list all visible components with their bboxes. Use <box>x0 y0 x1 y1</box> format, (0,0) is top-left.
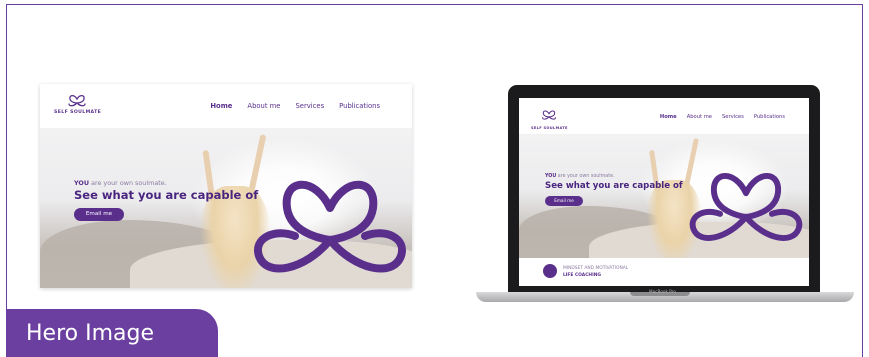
coaching-logo-icon <box>543 264 557 278</box>
site-logo[interactable]: SELF SOULMATE <box>54 92 102 115</box>
heart-infinity-logo-icon <box>542 110 556 120</box>
site-header: SELF SOULMATE Home About me Services Pub… <box>40 84 412 128</box>
laptop-footer-strip: MINDSET AND MOTIVATIONAL LIFE COACHING <box>519 258 809 286</box>
nav-about-me[interactable]: About me <box>247 102 280 110</box>
hero-title: See what you are capable of <box>545 181 683 191</box>
nav-services[interactable]: Services <box>295 102 324 110</box>
nav-about-me[interactable]: About me <box>687 114 712 120</box>
laptop-screen: SELF SOULMATE Home About me Services Pub… <box>519 98 809 286</box>
email-me-button[interactable]: Email me <box>545 196 583 206</box>
desktop-site-mockup: SELF SOULMATE Home About me Services Pub… <box>40 84 412 288</box>
nav-services[interactable]: Services <box>722 114 744 120</box>
nav-home[interactable]: Home <box>660 114 677 120</box>
heart-infinity-logo-icon <box>254 180 406 273</box>
laptop-main-nav: Home About me Services Publications <box>660 114 785 120</box>
heart-infinity-logo-icon <box>689 173 803 241</box>
hero-subtitle: YOU are your own soulmate. <box>545 174 615 179</box>
laptop-site-logo[interactable]: SELF SOULMATE <box>531 106 567 130</box>
section-tag-label: Hero Image <box>26 321 154 346</box>
email-me-button[interactable]: Email me <box>74 208 124 221</box>
nav-publications[interactable]: Publications <box>339 102 380 110</box>
heart-infinity-logo-icon <box>68 94 86 107</box>
device-label: MacBook Pro <box>649 289 676 294</box>
laptop-hero-banner: YOU are your own soulmate. See what you … <box>519 134 809 258</box>
nav-publications[interactable]: Publications <box>754 114 785 120</box>
footer-line-2: LIFE COACHING <box>563 273 602 278</box>
footer-line-1: MINDSET AND MOTIVATIONAL <box>563 266 629 271</box>
hero-banner: YOU are your own soulmate. See what you … <box>40 128 412 288</box>
hero-title: See what you are capable of <box>74 188 259 202</box>
section-tag: Hero Image <box>6 309 218 357</box>
hero-subtitle: YOU are your own soulmate. <box>74 179 167 187</box>
logo-text: SELF SOULMATE <box>54 110 102 115</box>
nav-home[interactable]: Home <box>210 102 232 110</box>
laptop-site-header: SELF SOULMATE Home About me Services Pub… <box>519 98 809 134</box>
logo-text: SELF SOULMATE <box>531 126 568 130</box>
main-nav: Home About me Services Publications <box>210 102 380 110</box>
